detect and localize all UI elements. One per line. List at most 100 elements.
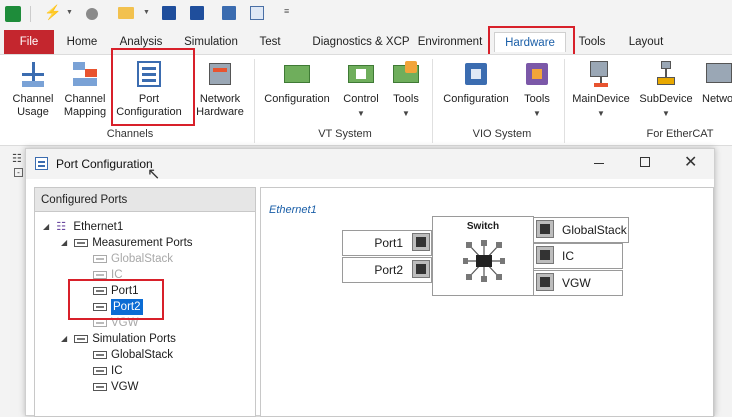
- vt-control-button[interactable]: Control ▼: [338, 59, 384, 120]
- tree-label: GlobalStack: [111, 349, 174, 361]
- close-icon[interactable]: ✕: [684, 152, 697, 172]
- vt-configuration-button[interactable]: Configuration: [260, 59, 334, 106]
- switch-box[interactable]: Switch: [432, 216, 534, 296]
- ethernet-jack-icon: [412, 233, 430, 251]
- vt-control-label: Control: [343, 93, 379, 105]
- vio-tools-label: Tools: [524, 93, 550, 105]
- grid-icon[interactable]: [250, 6, 264, 20]
- vio-tools-icon: [522, 59, 552, 89]
- ethernet-jack-icon: [536, 246, 554, 264]
- ribbon-tabs: File Home Analysis Simulation Test Diagn…: [0, 28, 732, 54]
- tree-node-s-vgw[interactable]: VGW: [93, 379, 138, 395]
- channel-usage-button[interactable]: Channel Usage: [8, 59, 58, 119]
- subdevice-icon: [651, 59, 681, 89]
- vt-control-icon: [346, 59, 376, 89]
- separator: [30, 6, 31, 22]
- network-label: Ethernet1: [269, 204, 317, 216]
- tab-layout[interactable]: Layout: [622, 32, 670, 52]
- port-group-icon: [74, 335, 89, 343]
- network-button[interactable]: Netwo: [702, 59, 732, 106]
- channel-mapping-button[interactable]: Channel Mapping: [60, 59, 110, 119]
- port-icon: [93, 255, 107, 263]
- chevron-down-icon[interactable]: ▼: [66, 9, 73, 16]
- vt-tools-button[interactable]: Tools ▼: [388, 59, 424, 120]
- port-icon: [93, 319, 107, 327]
- lightning-icon[interactable]: ⚡: [44, 4, 61, 21]
- save-icon[interactable]: [162, 6, 176, 20]
- tree-label: IC: [111, 365, 123, 377]
- port-diagram: Ethernet1 Switch Port1 Port2 GlobalStack…: [260, 187, 714, 417]
- tree-label: VGW: [111, 381, 139, 393]
- port-group-icon: [74, 239, 89, 247]
- ethernet-jack-icon: [412, 260, 430, 278]
- ic-label: IC: [562, 249, 574, 263]
- subdevice-button[interactable]: SubDevice ▼: [636, 59, 696, 120]
- port-icon: [93, 351, 107, 359]
- dialog-titlebar[interactable]: Port Configuration ✕: [26, 149, 714, 179]
- tree-label: Ethernet1: [73, 221, 124, 233]
- expand-arrow-icon[interactable]: ◢: [61, 235, 71, 251]
- dialog-icon: [35, 157, 48, 170]
- tree-node-simulation-ports[interactable]: ◢ Simulation Ports: [61, 331, 176, 347]
- vt-configuration-label: Configuration: [264, 93, 330, 105]
- network-tree-icon: ☷: [12, 153, 22, 165]
- tab-environment[interactable]: Environment: [412, 32, 488, 52]
- chevron-down-icon[interactable]: ▼: [143, 9, 150, 16]
- maindevice-button[interactable]: MainDevice ▼: [570, 59, 632, 120]
- chevron-down-icon: ▼: [357, 109, 365, 118]
- tree-label: Simulation Ports: [92, 333, 176, 345]
- network-label: Netwo: [702, 93, 732, 105]
- subdevice-label: SubDevice: [639, 93, 693, 105]
- tab-home[interactable]: Home: [62, 32, 102, 52]
- port-icon: [93, 367, 107, 375]
- vio-configuration-icon: [461, 59, 491, 89]
- expand-arrow-icon[interactable]: ◢: [61, 331, 71, 347]
- stop-icon[interactable]: [86, 8, 98, 20]
- vgw-label: VGW: [562, 276, 591, 290]
- group-label-vio-system: VIO System: [472, 128, 532, 140]
- vt-configuration-icon: [282, 59, 312, 89]
- vio-tools-button[interactable]: Tools ▼: [518, 59, 556, 120]
- vio-configuration-label: Configuration: [443, 93, 509, 105]
- port-configuration-dialog: Port Configuration ✕ ↖ Configured Ports …: [25, 148, 715, 417]
- customize-icon[interactable]: ≡: [284, 6, 289, 16]
- highlight-port1-port2: [68, 279, 164, 320]
- channel-usage-icon: [18, 59, 48, 89]
- tab-test[interactable]: Test: [252, 32, 288, 52]
- maindevice-label: MainDevice: [572, 93, 630, 105]
- tree-node-s-globalstack[interactable]: GlobalStack: [93, 347, 173, 363]
- tab-file[interactable]: File: [4, 30, 54, 54]
- maximize-icon[interactable]: [640, 157, 650, 167]
- minimize-icon[interactable]: [594, 163, 604, 164]
- network-hardware-button[interactable]: Network Hardware: [192, 59, 248, 119]
- maindevice-icon: [586, 59, 616, 89]
- port-icon: [93, 271, 107, 279]
- dialog-title: Port Configuration: [56, 157, 153, 171]
- tree-node-measurement-ports[interactable]: ◢ Measurement Ports: [61, 235, 193, 251]
- tab-diagnostics[interactable]: Diagnostics & XCP: [298, 32, 424, 52]
- ribbon: Channel Usage Channel Mapping Port Confi…: [0, 54, 732, 146]
- tree-node-m-globalstack[interactable]: GlobalStack: [93, 251, 173, 267]
- vio-configuration-button[interactable]: Configuration: [438, 59, 514, 106]
- group-separator: [564, 59, 565, 143]
- vt-tools-label: Tools: [393, 93, 419, 105]
- tree-label: GlobalStack: [111, 253, 174, 265]
- tree-node-ethernet1[interactable]: ◢ ☷ Ethernet1: [43, 219, 123, 235]
- tab-tools[interactable]: Tools: [572, 32, 612, 52]
- config-icon[interactable]: [222, 6, 236, 20]
- channel-mapping-icon: [70, 59, 100, 89]
- expand-arrow-icon[interactable]: ◢: [43, 219, 53, 235]
- group-separator: [254, 59, 255, 143]
- mouse-cursor-icon: ↖: [147, 166, 161, 183]
- channel-usage-label-2: Usage: [17, 106, 49, 118]
- port1-label: Port1: [374, 236, 403, 250]
- channel-usage-label-1: Channel: [12, 93, 54, 105]
- quick-access-toolbar: ⚡ ▼ ▼ ≡: [0, 0, 732, 28]
- collapse-icon: -: [14, 168, 23, 177]
- configured-ports-header: Configured Ports: [35, 188, 255, 212]
- open-folder-icon[interactable]: [118, 7, 134, 19]
- save-as-icon[interactable]: [190, 6, 204, 20]
- tree-node-s-ic[interactable]: IC: [93, 363, 123, 379]
- ethernet-jack-icon: [536, 220, 554, 238]
- network-icon: ☷: [56, 221, 67, 233]
